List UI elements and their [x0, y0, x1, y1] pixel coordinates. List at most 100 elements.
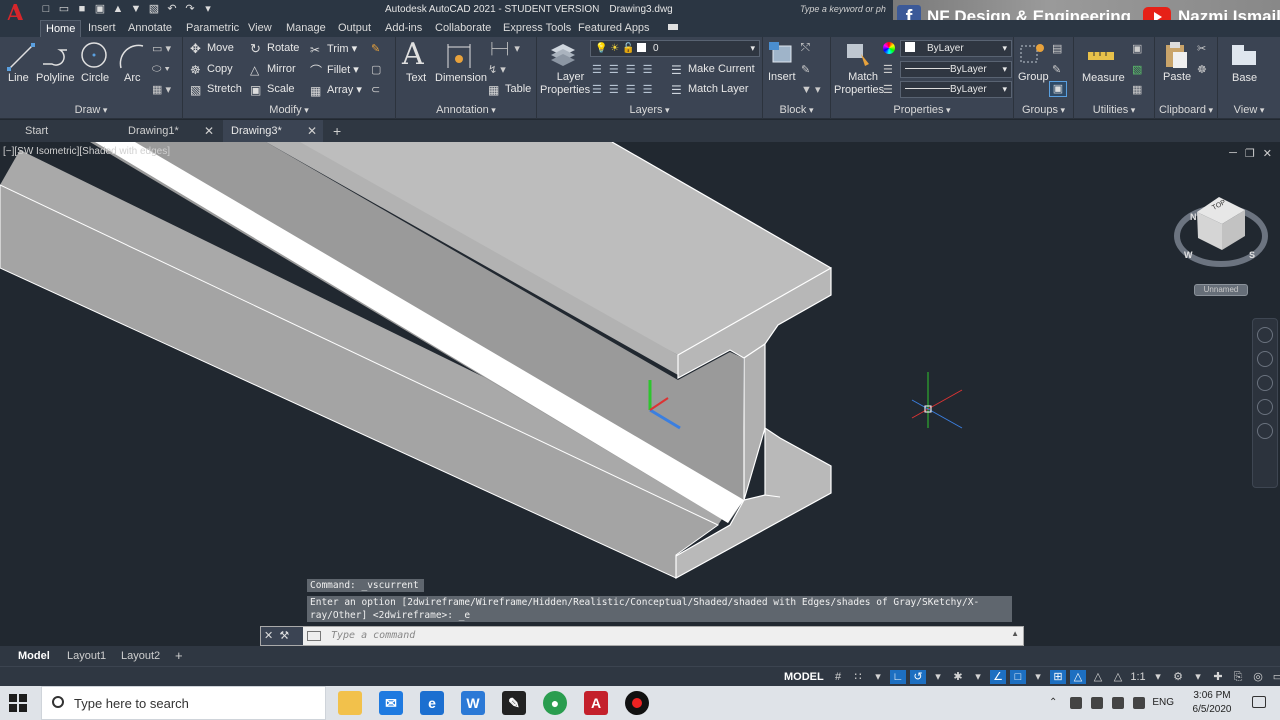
- trim-button[interactable]: ✂ Trim ▾: [310, 42, 357, 56]
- line-button[interactable]: Line: [8, 72, 29, 84]
- file-tab-start[interactable]: Start: [17, 120, 115, 142]
- file-tab-drawing1[interactable]: Drawing1* ✕: [120, 120, 220, 142]
- tab-home[interactable]: Home: [40, 20, 82, 37]
- tab-output[interactable]: Output: [333, 20, 376, 37]
- panel-title-annotation[interactable]: Annotation: [396, 103, 536, 117]
- new-icon[interactable]: □: [40, 3, 52, 15]
- chevron-up-icon[interactable]: ⌃: [1049, 697, 1061, 709]
- model-space-button[interactable]: MODEL: [784, 669, 824, 685]
- close-icon[interactable]: ✕: [1263, 147, 1272, 160]
- erase-icon[interactable]: ✎: [371, 42, 380, 55]
- create-block-icon[interactable]: ⤲: [801, 42, 810, 55]
- text-button[interactable]: Text: [406, 72, 426, 84]
- rectangle-icon[interactable]: ▭ ▾: [152, 42, 171, 55]
- polar-icon[interactable]: ↺: [910, 670, 926, 684]
- tab-annotate[interactable]: Annotate: [123, 20, 177, 37]
- edit-block-icon[interactable]: ✎: [801, 63, 810, 76]
- tab-view[interactable]: View: [243, 20, 277, 37]
- cut-icon[interactable]: ✂: [1197, 42, 1206, 55]
- linear-dim-icon[interactable]: ├─┤ ▾: [488, 42, 520, 55]
- annotation-visibility-icon[interactable]: △: [1070, 670, 1086, 684]
- explode-icon[interactable]: ▢: [371, 63, 381, 76]
- match-layer-button[interactable]: ☰ Match Layer: [671, 83, 749, 96]
- tab-manage[interactable]: Manage: [281, 20, 331, 37]
- make-current-button[interactable]: ☰ Make Current: [671, 63, 755, 76]
- offset-icon[interactable]: ⊂: [371, 83, 380, 96]
- copy-button[interactable]: ☸ Copy: [190, 63, 233, 76]
- panel-title-utilities[interactable]: Utilities: [1074, 103, 1154, 117]
- dimension-button[interactable]: Dimension: [435, 72, 487, 84]
- mail-icon[interactable]: ✉: [379, 691, 403, 715]
- ribbon-minimize-icon[interactable]: [668, 24, 678, 30]
- hatch-icon[interactable]: ▦ ▾: [152, 83, 171, 96]
- customize-icon[interactable]: ⚒: [279, 630, 289, 642]
- layer-properties-button[interactable]: Layer Properties: [540, 71, 590, 97]
- annotation-scale-value[interactable]: 1:1: [1130, 670, 1146, 684]
- osnap-tracking-icon[interactable]: ∠: [990, 670, 1006, 684]
- steering-wheel-icon[interactable]: [1257, 327, 1273, 343]
- annotation-scale-icon[interactable]: △: [1090, 670, 1106, 684]
- calculator-icon[interactable]: ▧: [1132, 63, 1142, 76]
- open-web-icon[interactable]: ▲: [112, 3, 124, 15]
- fullscreen-icon[interactable]: ▭: [1270, 670, 1280, 684]
- workspace-dropdown-icon[interactable]: ▾: [1190, 670, 1206, 684]
- polar-dropdown-icon[interactable]: ▾: [930, 670, 946, 684]
- qat-dropdown-icon[interactable]: ▾: [202, 3, 214, 15]
- panel-title-block[interactable]: Block: [763, 103, 830, 117]
- polyline-button[interactable]: Polyline: [36, 72, 75, 84]
- rotate-button[interactable]: ↻ Rotate: [250, 42, 299, 55]
- isodraft-dropdown-icon[interactable]: ▾: [970, 670, 986, 684]
- autocad-taskbar-icon[interactable]: A: [584, 691, 608, 715]
- undo-icon[interactable]: ↶: [166, 3, 178, 15]
- plot-icon[interactable]: ▧: [148, 3, 160, 15]
- scale-button[interactable]: ▣ Scale: [250, 83, 295, 96]
- dynamic-ucs-icon[interactable]: ⊞: [1050, 670, 1066, 684]
- wifi-icon[interactable]: [1133, 697, 1145, 709]
- linetype-dropdown[interactable]: ByLayer: [900, 61, 1012, 78]
- tab-model[interactable]: Model: [13, 648, 55, 664]
- measure-button[interactable]: Measure: [1082, 72, 1125, 84]
- add-layout-icon[interactable]: +: [170, 648, 188, 664]
- color-wheel-icon[interactable]: [883, 42, 895, 57]
- insert-button[interactable]: Insert: [768, 71, 796, 83]
- keyword-search-input[interactable]: Type a keyword or ph: [800, 2, 900, 17]
- file-tab-drawing3[interactable]: Drawing3* ✕: [223, 120, 323, 142]
- osnap-icon[interactable]: □: [1010, 670, 1026, 684]
- auto-scale-icon[interactable]: △: [1110, 670, 1126, 684]
- table-button[interactable]: ▦ Table: [488, 83, 531, 96]
- mirror-button[interactable]: △ Mirror: [250, 63, 296, 76]
- close-icon[interactable]: ✕: [264, 630, 273, 642]
- pan-icon[interactable]: [1257, 351, 1273, 367]
- leader-icon[interactable]: ↯ ▾: [488, 63, 506, 76]
- save-web-icon[interactable]: ▼: [130, 3, 142, 15]
- tab-parametric[interactable]: Parametric: [181, 20, 244, 37]
- speaker-icon[interactable]: [1112, 697, 1124, 709]
- recent-commands-icon[interactable]: [307, 631, 321, 641]
- save-as-icon[interactable]: ▣: [94, 3, 106, 15]
- osnap-dropdown-icon[interactable]: ▾: [1030, 670, 1046, 684]
- tab-insert[interactable]: Insert: [83, 20, 121, 37]
- taskbar-clock[interactable]: 3:06 PM 6/5/2020: [1182, 689, 1242, 717]
- command-history-toggle-icon[interactable]: ▲: [1011, 629, 1019, 638]
- drawing-viewport[interactable]: [−][SW Isometric][Shaded with edges] ─ ❐…: [0, 142, 1280, 646]
- zoom-icon[interactable]: [1257, 375, 1273, 391]
- lineweight-dropdown[interactable]: ByLayer: [900, 81, 1012, 98]
- restore-icon[interactable]: ❐: [1245, 147, 1255, 160]
- panel-title-layers[interactable]: Layers: [537, 103, 762, 117]
- panel-title-groups[interactable]: Groups: [1014, 103, 1073, 117]
- panel-title-draw[interactable]: Draw: [0, 103, 182, 117]
- close-icon[interactable]: ✕: [204, 120, 214, 142]
- plus-icon[interactable]: ✚: [1210, 670, 1226, 684]
- tab-collaborate[interactable]: Collaborate: [430, 20, 496, 37]
- group-button[interactable]: Group: [1018, 71, 1049, 83]
- snap-dropdown-icon[interactable]: ▾: [870, 670, 886, 684]
- isolate-icon[interactable]: ◎: [1250, 670, 1266, 684]
- battery-icon[interactable]: [1091, 697, 1103, 709]
- quick-select-icon[interactable]: ▣: [1132, 42, 1142, 55]
- layer-tools-row-1[interactable]: ☰☰☰☰: [592, 63, 659, 76]
- snap-icon[interactable]: ∷: [850, 670, 866, 684]
- sticky-app-icon[interactable]: ✎: [502, 691, 526, 715]
- tab-layout2[interactable]: Layout2: [116, 648, 165, 664]
- close-icon[interactable]: ✕: [307, 120, 317, 142]
- usb-icon[interactable]: [1070, 697, 1082, 709]
